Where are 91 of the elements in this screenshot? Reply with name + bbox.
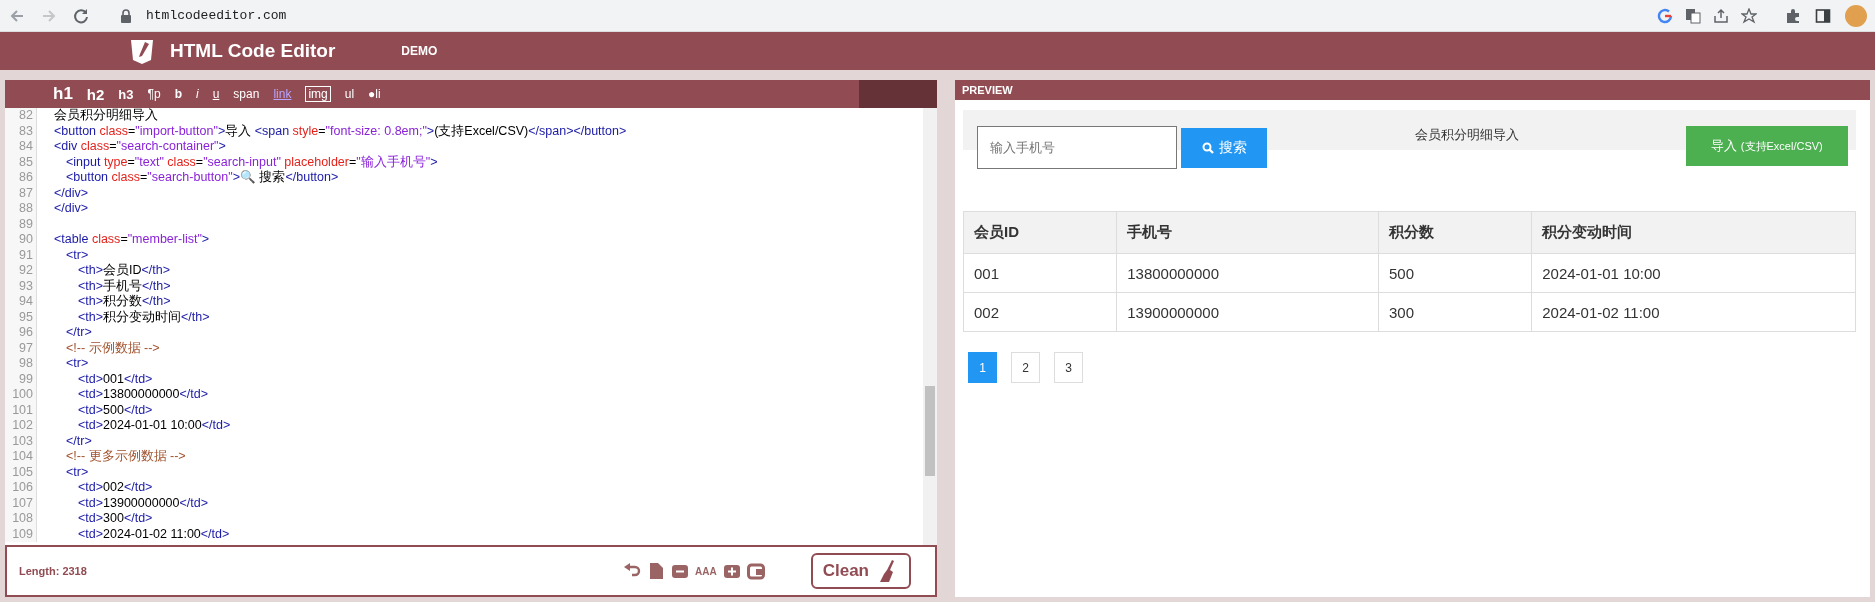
format-button[interactable]: h3 [118,86,134,102]
code-line: <input type="text" class="search-input" placeholder="输入手机号"> [65,154,438,170]
line-number: 108 [5,511,37,527]
code-line: <button class="import-button">导入 <span style="font-size: 0.8em;">(支持Excel/CSV)</span></button> [53,123,627,139]
table-cell: 2024-01-01 10:00 [1531,253,1856,293]
code-line: </tr> [65,325,92,341]
code-line: <tr> [65,247,89,263]
code-line: <td>13800000000</td> [77,387,208,403]
format-button[interactable]: h1 [53,84,73,104]
code-line: 会员积分明细导入 [53,108,158,124]
code-line: <tr> [65,356,89,372]
format-button[interactable]: u [212,87,220,101]
minus-icon[interactable] [671,562,690,580]
code-line: </div> [53,201,89,217]
code-line: <td>002</td> [77,480,153,496]
code-line: <td>2024-01-01 10:00</td> [77,418,231,434]
format-button[interactable]: ●li [368,87,381,101]
code-line: <td>001</td> [77,371,153,387]
code-line: <td>2024-01-02 11:00</td> [77,526,230,542]
code-line: </div> [53,185,89,201]
code-line: <!-- 示例数据 --> [65,340,160,356]
code-line: <th>积分数</th> [77,294,171,310]
line-number: 82 [5,108,37,124]
search-field[interactable]: 输入手机号 [977,126,1177,169]
page-button[interactable]: 3 [1054,352,1083,383]
line-number: 106 [5,480,37,496]
share-icon[interactable] [1713,7,1729,24]
line-number: 94 [5,294,37,310]
file-icon[interactable] [647,562,666,580]
code-line: <!-- 更多示例数据 --> [65,449,186,465]
translate-icon[interactable] [1685,7,1701,24]
table-cell: 2024-01-02 11:00 [1531,292,1856,332]
line-number: 88 [5,201,37,217]
table-cell: 002 [963,292,1117,332]
code-line: <tr> [65,464,89,480]
app-title: HTML Code Editor [170,40,336,62]
format-button[interactable]: ¶p [147,87,161,101]
code-line: <td>500</td> [77,402,153,418]
line-number: 86 [5,170,37,186]
search-icon [1201,142,1214,154]
format-button[interactable]: ul [344,87,355,101]
code-line: </tr> [65,433,92,449]
column-header: 积分数 [1378,211,1532,254]
column-header: 会员ID [963,211,1117,254]
code-line: <table class="member-list"> [53,232,210,248]
code-line: <th>积分变动时间</th> [77,309,210,325]
line-number: 96 [5,325,37,341]
code-line: <button class="search-button">🔍 搜索</button> [65,170,339,186]
page-heading: 会员积分明细导入 [1413,126,1520,144]
lock-icon [118,7,134,24]
font-size-label: AAA [695,565,717,577]
line-number: 92 [5,263,37,279]
scrollbar-thumb[interactable] [925,386,935,476]
line-number: 102 [5,418,37,434]
line-number: 104 [5,449,37,465]
format-button[interactable]: img [305,86,331,102]
code-line: <div class="search-container"> [53,139,226,155]
format-button[interactable]: b [174,87,182,101]
format-button[interactable]: h2 [86,85,105,103]
clean-button[interactable]: Clean [810,553,911,589]
reload-icon[interactable] [72,6,90,25]
code-line: <th>手机号</th> [77,278,171,294]
code-editor[interactable] [5,108,937,545]
table-cell: 13800000000 [1116,253,1379,293]
star-icon[interactable] [1741,7,1757,24]
page-button[interactable]: 2 [1011,352,1040,383]
plus-icon[interactable] [722,562,741,580]
line-number: 98 [5,356,37,372]
format-button[interactable]: span [233,87,260,101]
g-logo-icon[interactable] [1657,7,1673,24]
code-line: <th>会员ID</th> [77,263,171,279]
column-header: 手机号 [1116,211,1379,254]
code-line: <td>13900000000</td> [77,495,208,511]
scrollbar[interactable] [923,108,937,545]
table-cell: 001 [963,253,1117,293]
table-cell: 500 [1378,253,1532,293]
line-number: 100 [5,387,37,403]
format-button[interactable]: i [196,87,199,101]
code-line: <td>300</td> [77,511,153,527]
puzzle-icon[interactable] [1785,7,1801,24]
preview-header: PREVIEW [955,80,1870,100]
table-cell: 300 [1378,292,1532,332]
sidebar-icon[interactable] [1815,7,1831,24]
line-number: 84 [5,139,37,155]
table-cell: 13900000000 [1116,292,1379,332]
logo-icon[interactable] [128,37,156,65]
column-header: 积分变动时间 [1531,211,1856,254]
window-icon[interactable] [746,562,765,580]
length-label: Length: 2318 [19,565,88,577]
line-number: 90 [5,232,37,248]
demo-link[interactable]: DEMO [401,44,438,58]
